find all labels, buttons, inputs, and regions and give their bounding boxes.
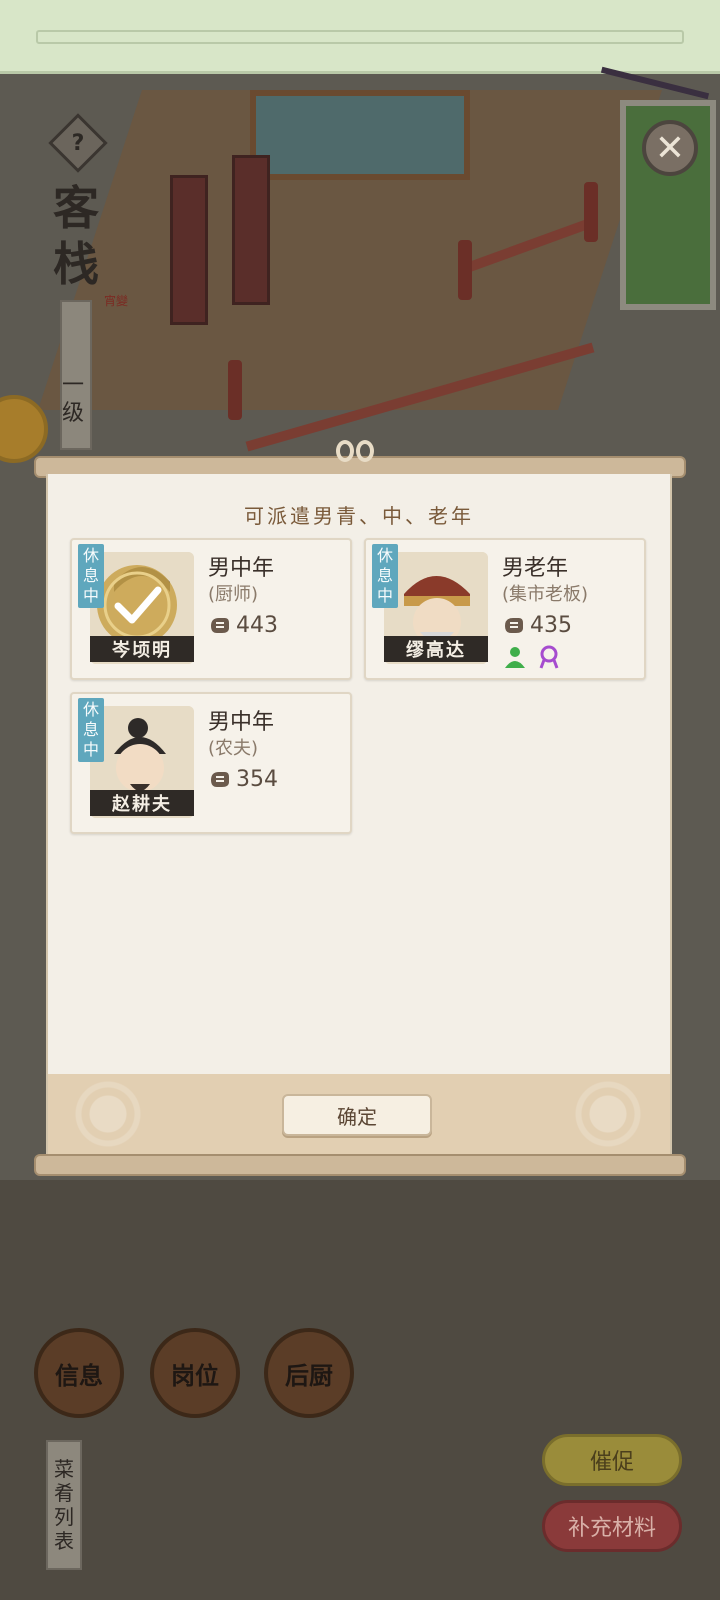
- character-card[interactable]: 赵耕夫 休息中 男中年 (农夫) 354: [70, 692, 352, 834]
- character-job: (集市老板): [502, 584, 589, 605]
- green-person-icon: [505, 647, 525, 668]
- dialog-title: 可派遣男青、中、老年: [244, 504, 474, 528]
- question-icon: ?: [71, 130, 85, 156]
- railing-post: [458, 240, 472, 300]
- menu-list-tab[interactable]: 菜肴列表: [46, 1440, 82, 1570]
- confirm-button[interactable]: 确定: [282, 1094, 432, 1136]
- resting-status-badge: 休息中: [78, 698, 104, 762]
- character-power: 443: [208, 610, 278, 640]
- character-job: (农夫): [208, 738, 259, 759]
- skill-icons: [502, 644, 562, 670]
- menu-list-label: 菜肴列表: [54, 1457, 74, 1553]
- resting-status-badge: 休息中: [372, 544, 398, 608]
- scroll-knot-icon: [336, 436, 376, 472]
- character-card[interactable]: 岑顷明 休息中 男中年 (厨师) 443: [70, 538, 352, 680]
- status-text: 休息中: [82, 546, 99, 605]
- dialog-footer: 确定: [48, 1074, 670, 1160]
- character-power: 354: [208, 764, 278, 794]
- level-tab[interactable]: 一级: [60, 300, 92, 450]
- power-value: 354: [236, 766, 278, 792]
- railing-post: [584, 182, 598, 242]
- status-text: 休息中: [82, 700, 99, 759]
- close-button[interactable]: ✕: [642, 120, 698, 176]
- fist-power-icon: [211, 618, 229, 633]
- fist-power-icon: [211, 772, 229, 787]
- urge-button[interactable]: 催促: [542, 1434, 682, 1486]
- inn-title: 客栈: [53, 181, 99, 291]
- character-name: 缪高达: [384, 636, 488, 662]
- character-power: 435: [502, 610, 572, 640]
- power-value: 443: [236, 612, 278, 638]
- top-banner: [0, 0, 720, 74]
- door-right: [232, 155, 270, 305]
- character-name: 赵耕夫: [90, 790, 194, 816]
- purple-person-icon: [539, 645, 559, 669]
- door-left: [170, 175, 208, 325]
- supply-materials-button[interactable]: 补充材料: [542, 1500, 682, 1552]
- status-text: 休息中: [376, 546, 393, 605]
- fist-power-icon: [505, 618, 523, 633]
- bed-furniture: [250, 90, 470, 180]
- character-job: (厨师): [208, 584, 259, 605]
- dispatch-dialog: 可派遣男青、中、老年 岑顷明 休息中 男中年 (厨师) 443 缪高达 休息中 …: [46, 474, 672, 1160]
- kitchen-button[interactable]: 后厨: [264, 1328, 354, 1418]
- railing-post: [228, 360, 242, 420]
- inn-seal: 宵變: [104, 294, 129, 308]
- info-button[interactable]: 信息: [34, 1328, 124, 1418]
- character-name: 岑顷明: [90, 636, 194, 662]
- scroll-rod-bottom: [34, 1154, 686, 1176]
- resting-status-badge: 休息中: [78, 544, 104, 608]
- character-card[interactable]: 缪高达 休息中 男老年 (集市老板) 435: [364, 538, 646, 680]
- power-value: 435: [530, 612, 572, 638]
- character-type: 男中年: [208, 710, 275, 735]
- character-type: 男老年: [502, 556, 569, 581]
- post-button[interactable]: 岗位: [150, 1328, 240, 1418]
- character-type: 男中年: [208, 556, 275, 581]
